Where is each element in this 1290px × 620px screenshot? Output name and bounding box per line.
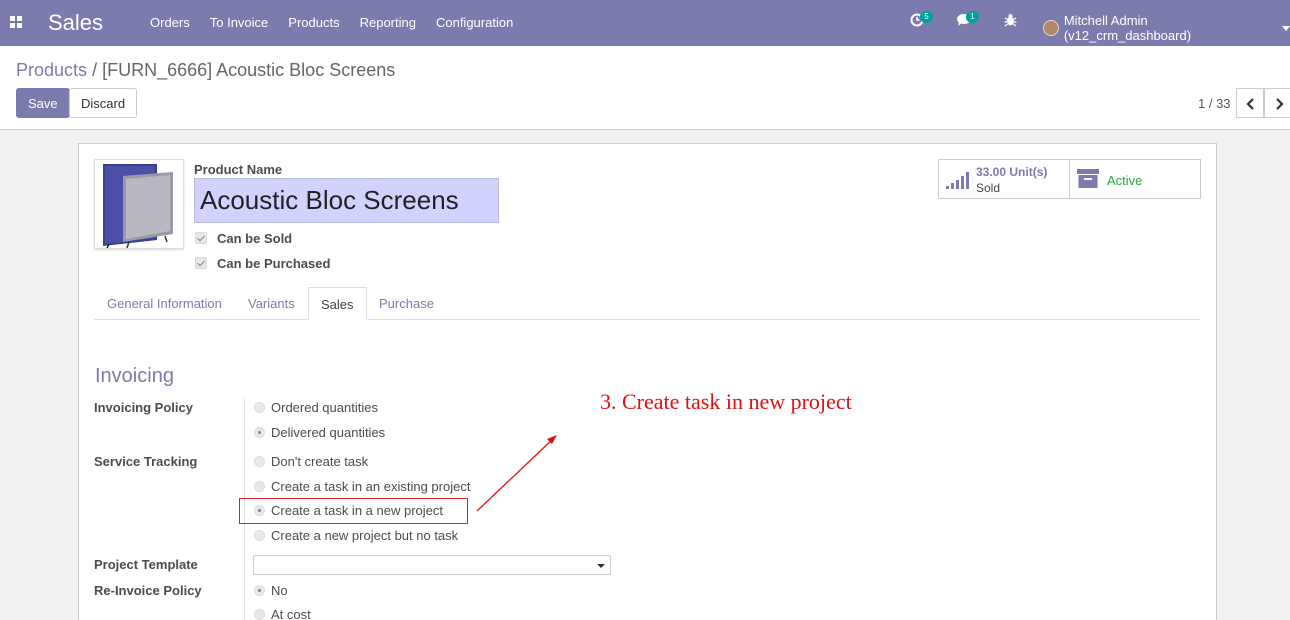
save-button[interactable]: Save [16, 88, 70, 118]
reinvoice-policy-label: Re-Invoice Policy [94, 583, 202, 598]
product-name-input[interactable]: Acoustic Bloc Screens [194, 178, 499, 223]
breadcrumb-products-link[interactable]: Products [16, 60, 87, 80]
discard-button[interactable]: Discard [69, 88, 138, 118]
radio-reinvoice-no[interactable] [254, 585, 265, 596]
can-be-sold-checkbox[interactable] [195, 232, 207, 244]
radio-task-existing-project[interactable] [254, 481, 265, 492]
app-name: Sales [48, 10, 104, 35]
radio-delivered-quantities[interactable] [254, 427, 265, 438]
signal-bars-icon [946, 172, 969, 189]
can-be-sold-label: Can be Sold [217, 231, 293, 246]
breadcrumb-separator: / [92, 60, 98, 80]
active-toggle-button[interactable]: Active [1069, 159, 1201, 199]
form-tabs: General Information Variants Sales Purch… [94, 287, 1200, 320]
apps-menu-icon[interactable] [10, 16, 22, 28]
pager-previous-button[interactable] [1236, 88, 1264, 118]
radio-ordered-quantities[interactable] [254, 402, 265, 413]
menu-products[interactable]: Products [288, 15, 339, 30]
bug-icon [1004, 14, 1017, 27]
user-name: Mitchell Admin (v12_crm_dashboard) [1063, 13, 1192, 43]
top-navbar: Sales Orders To Invoice Products Reporti… [0, 0, 1290, 46]
option-reinvoice-no: No [271, 583, 288, 598]
sold-stat-button[interactable]: 33.00 Unit(s) Sold [938, 159, 1070, 199]
chevron-left-icon [1246, 98, 1254, 110]
chevron-down-icon [1282, 25, 1290, 31]
can-be-purchased-label: Can be Purchased [217, 256, 331, 271]
section-title-invoicing: Invoicing [95, 365, 174, 387]
option-ordered-quantities: Ordered quantities [271, 400, 378, 415]
radio-reinvoice-at-cost[interactable] [254, 609, 265, 620]
activity-count-badge: 5 [920, 11, 933, 23]
can-be-purchased-checkbox[interactable] [195, 257, 207, 269]
annotation-highlight-box [239, 498, 468, 524]
sold-value: 33.00 [976, 165, 1007, 179]
main-menu: Orders To Invoice Products Reporting Con… [150, 15, 533, 30]
tab-general-information[interactable]: General Information [107, 287, 222, 320]
option-reinvoice-at-cost: At cost [271, 607, 311, 620]
breadcrumb-current: [FURN_6666] Acoustic Bloc Screens [102, 60, 396, 80]
acoustic-screen-image [103, 164, 173, 249]
option-delivered-quantities: Delivered quantities [271, 425, 386, 440]
pager-value: 1 / 33 [1198, 96, 1231, 111]
sold-unit: Unit(s) [1009, 165, 1048, 179]
control-panel: Products / [FURN_6666] Acoustic Bloc Scr… [0, 46, 1290, 130]
service-tracking-label: Service Tracking [94, 454, 198, 469]
pager-next-button[interactable] [1264, 88, 1290, 118]
menu-reporting[interactable]: Reporting [360, 15, 416, 30]
radio-new-project-no-task[interactable] [254, 530, 265, 541]
annotation-text: 3. Create task in new project [600, 389, 852, 414]
user-menu[interactable]: Mitchell Admin (v12_crm_dashboard) [1043, 13, 1290, 43]
project-template-label: Project Template [94, 557, 198, 572]
tab-purchase[interactable]: Purchase [379, 287, 434, 320]
tab-sales[interactable]: Sales [308, 287, 367, 320]
project-template-select[interactable] [253, 555, 611, 575]
tab-variants[interactable]: Variants [248, 287, 295, 320]
radio-dont-create-task[interactable] [254, 456, 265, 467]
annotation-arrow-icon [476, 435, 557, 512]
menu-orders[interactable]: Orders [150, 15, 190, 30]
messages-button[interactable]: 1 [956, 11, 979, 30]
option-new-project-no-task: Create a new project but no task [271, 528, 459, 543]
active-label: Active [1107, 173, 1143, 188]
breadcrumb: Products / [FURN_6666] Acoustic Bloc Scr… [16, 60, 395, 81]
option-dont-create-task: Don't create task [271, 454, 369, 469]
archive-icon [1077, 169, 1099, 188]
activity-button[interactable]: 5 [910, 11, 933, 30]
menu-to-invoice[interactable]: To Invoice [210, 15, 269, 30]
product-name-label: Product Name [194, 162, 283, 177]
menu-configuration[interactable]: Configuration [436, 15, 513, 30]
debug-button[interactable] [1004, 13, 1017, 30]
chevron-right-icon [1276, 98, 1284, 110]
invoicing-policy-label: Invoicing Policy [94, 400, 193, 415]
product-image[interactable] [94, 159, 184, 249]
message-count-badge: 1 [966, 11, 979, 23]
avatar [1043, 20, 1059, 36]
sold-label: Sold [976, 181, 1001, 195]
option-task-existing-project: Create a task in an existing project [271, 479, 471, 494]
